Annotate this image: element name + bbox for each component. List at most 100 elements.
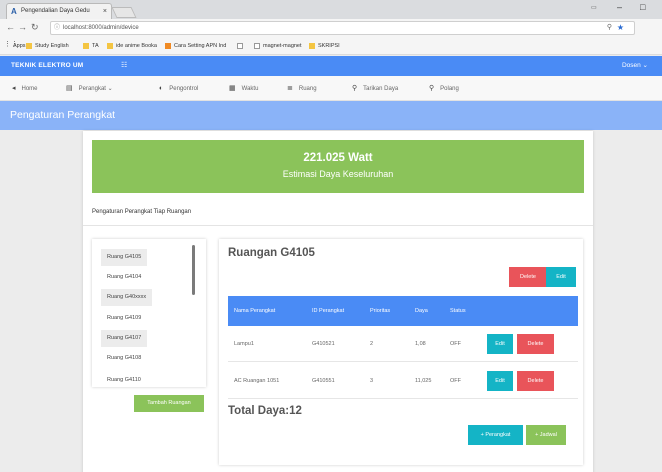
- delete-device-button[interactable]: Delete: [517, 371, 554, 391]
- window-user-icon[interactable]: ▭: [591, 4, 597, 11]
- page-icon: [237, 43, 243, 49]
- browser-tab-bar: A Pengendalian Daya Gedu × ▭ – □: [0, 0, 662, 19]
- minimize-icon[interactable]: –: [617, 2, 622, 12]
- bookmark-study-english[interactable]: Study English: [26, 41, 69, 51]
- home-icon: ◂: [12, 85, 16, 92]
- device-power: 11,025: [415, 378, 432, 384]
- page-header: Pengaturan Perangkat: [0, 101, 662, 130]
- main-menu: ◂ Home ▤ Perangkat ⌄ ◐ Pengontrol ▦ Waktu ≣ R…: [0, 76, 662, 101]
- maximize-icon[interactable]: □: [640, 2, 645, 12]
- room-list: Ruang G4105 Ruang G4104 Ruang G40xxxx Ru…: [92, 239, 206, 387]
- list-icon: ≣: [287, 85, 293, 92]
- bookmark-ta[interactable]: TA: [83, 41, 99, 51]
- menu-item-home[interactable]: ◂ Home: [12, 76, 38, 102]
- room-list-item[interactable]: Ruang G4105: [101, 249, 148, 266]
- menu-toggle-icon[interactable]: ☷: [121, 56, 127, 76]
- add-schedule-button[interactable]: + Jadwal: [526, 425, 566, 445]
- room-list-item[interactable]: Ruang G40xxxx: [101, 289, 153, 306]
- room-list-item[interactable]: Ruang G4104: [101, 269, 147, 286]
- bookmark-apps[interactable]: ⋮⋮ Apps: [4, 41, 26, 51]
- bookmark-cara-setting[interactable]: Cara Setting APN Ind: [165, 41, 226, 51]
- apps-grid-icon: ⋮⋮: [4, 41, 18, 48]
- table-row: Lampu1 G410521 2 1,08 OFF Edit Delete: [228, 326, 578, 362]
- total-power: Total Daya:12: [228, 405, 302, 417]
- delete-device-button[interactable]: Delete: [517, 334, 554, 354]
- power-estimate-banner: 221.025 Watt Estimasi Daya Keseluruhan: [92, 140, 584, 193]
- folder-icon: [83, 43, 89, 49]
- menu-item-ruang[interactable]: ≣ Ruang: [287, 76, 317, 102]
- brand-title[interactable]: TEKNIK ELEKTRO UM: [11, 56, 83, 76]
- menu-item-polang[interactable]: ⚲ Polang: [429, 76, 459, 102]
- info-icon: ⓘ: [54, 25, 61, 31]
- table-row: AC Ruangan 1051 G410551 3 11,025 OFF Edi…: [228, 363, 578, 399]
- column-header: ID Perangkat: [312, 308, 345, 314]
- room-list-item[interactable]: Ruang G4107: [101, 330, 148, 347]
- device-icon: ▤: [66, 85, 73, 92]
- folder-icon: [26, 43, 32, 49]
- edit-device-button[interactable]: Edit: [487, 371, 513, 391]
- power-icon: ⚲: [352, 85, 358, 92]
- tab-title: Pengendalian Daya Gedu: [21, 8, 90, 14]
- edit-room-button[interactable]: Edit: [546, 267, 576, 287]
- bookmark-ide-anime[interactable]: ide anime Booka: [107, 41, 157, 51]
- room-title: Ruangan G4105: [228, 247, 315, 259]
- zoom-icon[interactable]: ⚲: [607, 22, 612, 34]
- search-icon: ⚲: [429, 85, 435, 92]
- menu-item-waktu[interactable]: ▦ Waktu: [229, 76, 258, 102]
- room-list-item[interactable]: Ruang G4109: [101, 310, 147, 327]
- device-status: OFF: [450, 341, 461, 347]
- user-dropdown[interactable]: Dosen ⌄: [622, 56, 648, 76]
- close-tab-icon[interactable]: ×: [103, 4, 107, 19]
- edit-device-button[interactable]: Edit: [487, 334, 513, 354]
- delete-room-button[interactable]: Delete: [509, 267, 547, 287]
- device-table-header: Nama Perangkat ID Perangkat Prioritas Da…: [228, 296, 578, 326]
- device-status: OFF: [450, 378, 461, 384]
- room-detail-panel: Ruangan G4105 Delete Edit Nama Perangkat…: [219, 239, 583, 465]
- menu-item-perangkat[interactable]: ▤ Perangkat ⌄: [66, 76, 113, 102]
- bookmarks-bar: ⋮⋮ Apps Study English TA ide anime Booka …: [0, 38, 662, 55]
- divider: [83, 225, 593, 226]
- back-icon[interactable]: ←: [6, 22, 15, 32]
- page-icon: [254, 43, 260, 49]
- menu-item-pengontrol[interactable]: ◐ Pengontrol: [159, 76, 198, 102]
- controller-icon: ◐: [159, 85, 164, 92]
- new-tab-button[interactable]: [111, 7, 137, 18]
- url-text: localhost:8000/admin/device: [63, 25, 139, 31]
- bookmark-star-icon[interactable]: ★: [617, 22, 624, 34]
- calendar-icon: ▦: [229, 85, 236, 92]
- room-list-item[interactable]: Ruang G4108: [101, 350, 147, 367]
- device-id: G410551: [312, 378, 335, 384]
- bookmark-skripsi[interactable]: SKRIPSI: [309, 41, 340, 51]
- browser-tab[interactable]: A Pengendalian Daya Gedu ×: [6, 3, 112, 19]
- column-header: Nama Perangkat: [234, 308, 276, 314]
- room-list-item[interactable]: Ruang G4110: [101, 372, 147, 387]
- watt-label: Estimasi Daya Keseluruhan: [282, 169, 394, 179]
- bookmark-icon: [165, 43, 171, 49]
- column-header: Daya: [415, 308, 428, 314]
- device-power: 1,08: [415, 341, 426, 347]
- column-header: Prioritas: [370, 308, 391, 314]
- main-card: 221.025 Watt Estimasi Daya Keseluruhan P…: [83, 131, 593, 472]
- watt-value: 221.025 Watt: [303, 152, 373, 164]
- column-header: Status: [450, 308, 466, 314]
- bookmark-magnet[interactable]: magnet-magnet: [254, 41, 302, 51]
- add-device-button[interactable]: + Perangkat: [468, 425, 523, 445]
- url-input[interactable]: ⓘ localhost:8000/admin/device ⚲ ★: [50, 21, 635, 35]
- room-list-scrollbar[interactable]: [192, 245, 195, 295]
- device-priority: 2: [370, 341, 374, 347]
- add-room-button[interactable]: Tambah Ruangan: [134, 395, 204, 412]
- menu-item-tarikan-daya[interactable]: ⚲ Tarikan Daya: [352, 76, 398, 102]
- device-id: G410521: [312, 341, 335, 347]
- device-name: Lampu1: [234, 341, 254, 347]
- folder-icon: [309, 43, 315, 49]
- device-priority: 3: [370, 378, 374, 384]
- app-favicon-icon: A: [11, 7, 17, 16]
- address-bar-row: ← → ↻ ⓘ localhost:8000/admin/device ⚲ ★: [0, 19, 662, 53]
- section-title: Pengaturan Perangkat Tiap Ruangan: [92, 209, 192, 215]
- reload-icon[interactable]: ↻: [31, 22, 39, 33]
- device-name: AC Ruangan 1051: [234, 378, 280, 384]
- page-title: Pengaturan Perangkat: [10, 109, 116, 121]
- app-navbar: TEKNIK ELEKTRO UM ☷ Dosen ⌄: [0, 56, 662, 76]
- forward-icon[interactable]: →: [18, 22, 27, 32]
- folder-icon: [107, 43, 113, 49]
